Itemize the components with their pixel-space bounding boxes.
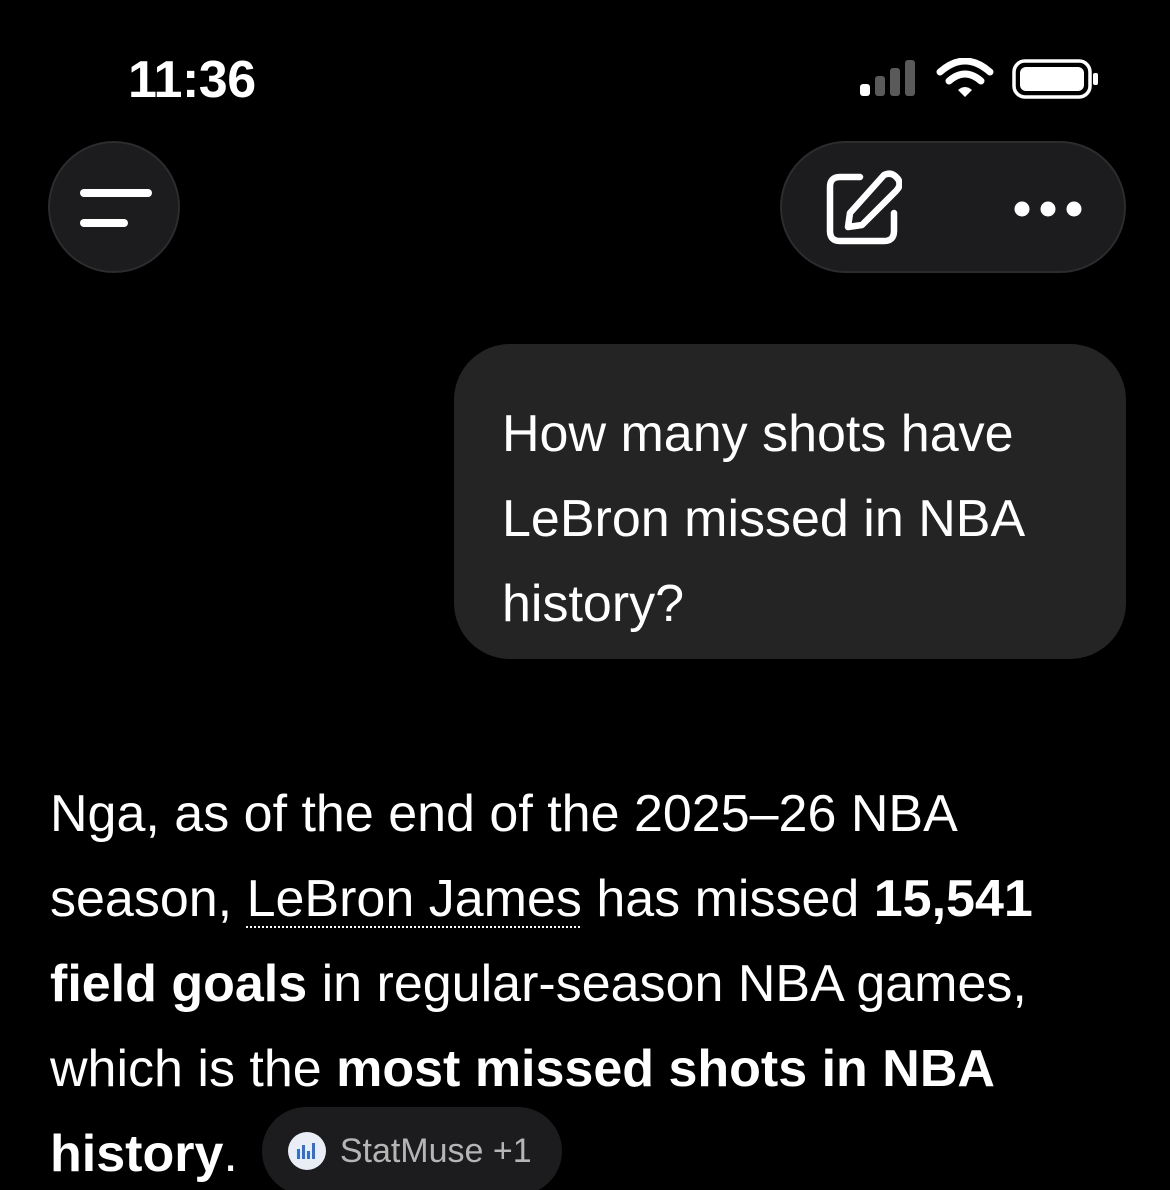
menu-icon bbox=[80, 189, 152, 227]
source-citation-chip[interactable]: StatMuse +1 bbox=[261, 1107, 562, 1190]
answer-text-2: has missed bbox=[581, 870, 874, 928]
entity-link-lebron-james[interactable]: LeBron James bbox=[247, 870, 582, 928]
new-chat-compose-icon[interactable] bbox=[822, 169, 902, 249]
assistant-answer: Nga, as of the end of the 2025–26 NBA se… bbox=[50, 772, 1140, 1190]
more-options-icon[interactable] bbox=[1008, 189, 1088, 229]
wifi-icon bbox=[936, 58, 994, 97]
top-actions-pill bbox=[780, 141, 1126, 273]
source-chip-label: StatMuse +1 bbox=[339, 1131, 532, 1170]
chat-screen: 11:36 How many shots have LeBron missed … bbox=[0, 0, 1170, 1190]
cellular-signal-icon bbox=[860, 60, 915, 96]
battery-icon bbox=[1012, 59, 1098, 99]
status-time: 11:36 bbox=[128, 51, 256, 109]
statmuse-logo-icon bbox=[287, 1132, 326, 1171]
user-message-text: How many shots have LeBron missed in NBA… bbox=[502, 405, 1023, 633]
answer-text-4: . bbox=[223, 1125, 238, 1183]
sidebar-menu-button[interactable] bbox=[48, 141, 180, 273]
user-message-bubble: How many shots have LeBron missed in NBA… bbox=[454, 344, 1126, 659]
